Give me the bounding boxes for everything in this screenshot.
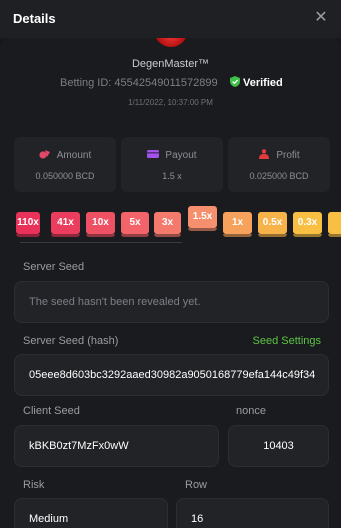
multiplier-slot: 110x [16,212,40,237]
avatar [154,38,188,47]
multiplier-slot: 10x [86,212,115,237]
username: DegenMaster™ [131,58,210,70]
multiplier-row: 110x 41x 10x 5x 3x 1.5x 1x 0.5x 0.3x [0,206,341,246]
details-header: Details ✕ [0,0,341,38]
nonce-label: nonce [236,405,266,417]
multiplier-shadow [328,234,341,237]
stat-amount-value: 0.050000 BCD [35,171,95,181]
server-seed-label: Server Seed [23,261,85,273]
multiplier-slot-selected: 1.5x [188,206,217,231]
multiplier-slot: 3x [154,212,181,237]
multiplier-shadow [86,234,115,237]
coins-icon [39,150,50,159]
stat-profit-value: 0.025000 BCD [249,171,309,181]
multiplier-slot: 41x [51,212,80,237]
stat-payout-label: Payout [165,150,197,161]
multiplier-slot: 1x [223,212,252,237]
multiplier-shadow [258,234,287,237]
multiplier-shadow [293,234,322,237]
shield-check-icon [230,76,240,87]
stat-amount: Amount 0.050000 BCD [14,137,116,192]
multiplier-slot: 0.3x [293,212,322,237]
verified-label: Verified [243,77,283,89]
client-seed-field[interactable]: kBKB0zt7MzFx0wW [14,425,219,467]
risk-field[interactable]: Medium [14,498,168,528]
server-seed-field[interactable]: The seed hasn't been revealed yet. [14,281,329,323]
stat-payout-value: 1.5 x [162,171,182,181]
stat-profit-label: Profit [276,150,300,161]
multiplier-shadow [121,234,149,237]
server-seed-hash-field[interactable]: 05eee8d603bc3292aaed30982a9050168779efa1… [14,354,329,396]
multiplier-divider [20,242,182,243]
betting-id: Betting ID: 45542549011572899 [60,77,218,89]
risk-label: Risk [23,479,45,491]
multiplier-shadow [154,234,181,237]
multiplier-shadow [51,234,80,237]
seed-settings-link[interactable]: Seed Settings [253,335,322,347]
stat-profit: Profit 0.025000 BCD [228,137,330,192]
multiplier-shadow [16,234,40,237]
nonce-field[interactable]: 10403 [228,425,329,467]
client-seed-label: Client Seed [23,405,80,417]
row-label: Row [185,479,208,491]
multiplier-slot [328,212,341,237]
row-field[interactable]: 16 [176,498,329,528]
server-seed-hash-label: Server Seed (hash) [23,335,119,347]
verified-badge: Verified [230,76,283,89]
money-bag-icon [259,149,270,159]
stat-payout: Payout 1.5 x [121,137,223,192]
stat-amount-label: Amount [56,150,92,161]
bet-datetime: 1/11/2022, 10:37:00 PM [128,98,213,107]
multiplier-slot: 0.5x [258,212,287,237]
multiplier-shadow [188,228,217,231]
multiplier-slot: 5x [121,212,149,237]
dialog-title: Details [13,11,56,26]
close-icon[interactable]: ✕ [311,8,331,28]
card-icon [147,150,160,158]
multiplier-shadow [223,234,252,237]
